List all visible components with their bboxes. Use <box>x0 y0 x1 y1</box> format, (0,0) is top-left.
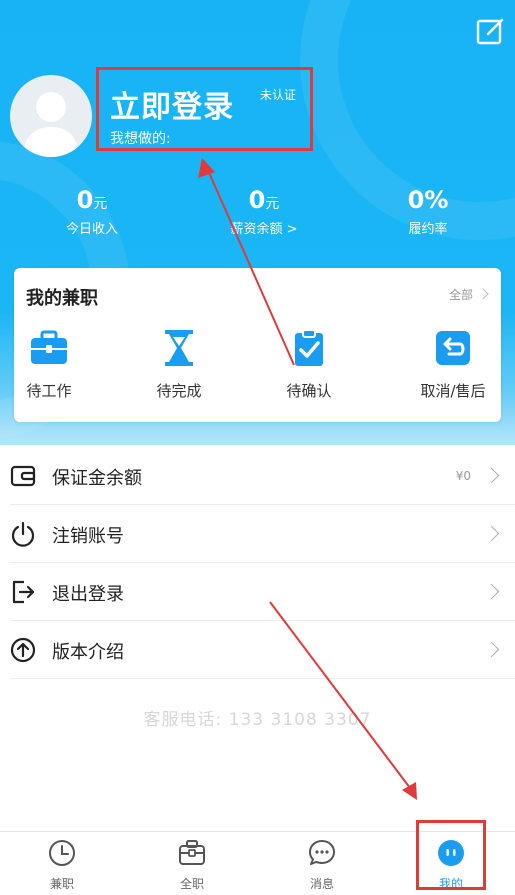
stat-label: 履约率 <box>408 222 448 237</box>
wallet-icon <box>10 465 36 487</box>
tab-fulltime[interactable]: 全职 <box>152 838 232 892</box>
briefcase-icon <box>179 840 205 865</box>
status-label: 待完成 <box>156 382 202 400</box>
menu-logout[interactable]: 退出登录 <box>10 563 515 621</box>
menu-label: 注销账号 <box>52 526 124 547</box>
edit-icon[interactable] <box>476 16 506 46</box>
status-label: 取消/售后 <box>420 382 486 400</box>
tab-label: 消息 <box>309 877 334 891</box>
card-title: 我的兼职 <box>26 288 98 309</box>
return-icon <box>436 331 470 365</box>
stat-fulfillment-rate[interactable]: 0% 履约率 <box>348 186 508 237</box>
stat-unit: 元 <box>93 196 108 212</box>
power-icon <box>11 521 35 547</box>
stat-salary-balance[interactable]: 0元 薪资余额 > <box>184 186 344 237</box>
login-highlight-box <box>96 67 313 151</box>
arrow-up-circle-icon <box>10 637 36 663</box>
status-cancel-aftersale[interactable]: 取消/售后 <box>403 328 503 401</box>
stat-today-income[interactable]: 0元 今日收入 <box>12 186 172 237</box>
user-avatar-icon <box>23 92 79 157</box>
stat-label: 薪资余额 > <box>230 222 298 237</box>
mine-tab-highlight-box <box>416 820 486 890</box>
hourglass-icon <box>165 330 193 366</box>
menu-label: 保证金余额 <box>52 468 142 489</box>
chevron-right-icon <box>483 641 500 658</box>
tab-messages[interactable]: 消息 <box>282 838 362 892</box>
menu-label: 退出登录 <box>52 584 124 605</box>
status-label: 待确认 <box>286 382 332 400</box>
view-all-label: 全部 <box>448 288 473 302</box>
stat-unit: 元 <box>265 196 280 212</box>
my-parttime-card: 我的兼职 全部 待工作 待完成 待确认 取消/售后 <box>14 268 501 422</box>
chat-icon <box>309 840 335 865</box>
menu-version-info[interactable]: 版本介绍 <box>10 621 515 679</box>
tab-parttime[interactable]: 兼职 <box>22 838 102 892</box>
stat-value: 0% <box>407 186 449 214</box>
annotation-arrowhead <box>402 782 417 800</box>
logout-icon <box>12 580 35 604</box>
chevron-right-icon <box>477 288 489 300</box>
chevron-right-icon <box>483 525 500 542</box>
status-pending-work[interactable]: 待工作 <box>0 328 99 401</box>
chevron-right-icon <box>483 467 500 484</box>
menu-label: 版本介绍 <box>52 642 124 663</box>
stat-value: 0 <box>248 186 266 214</box>
status-pending-confirm[interactable]: 待确认 <box>259 328 359 401</box>
customer-service-phone[interactable]: 客服电话: 133 3108 3307 <box>0 705 515 730</box>
chevron-right-icon <box>483 583 500 600</box>
stat-value: 0 <box>76 186 94 214</box>
status-pending-complete[interactable]: 待完成 <box>129 328 229 401</box>
clock-icon <box>49 840 75 866</box>
deposit-value: ¥0 <box>455 469 471 483</box>
menu-deposit-balance[interactable]: 保证金余额 ¥0 <box>10 447 515 505</box>
profile-screen: 立即登录 未认证 我想做的: 0元 今日收入 0元 薪资余额 > 0% 履约率 … <box>0 0 515 895</box>
briefcase-icon <box>31 330 67 364</box>
menu-cancel-account[interactable]: 注销账号 <box>10 505 515 563</box>
view-all-link[interactable]: 全部 <box>448 286 489 303</box>
settings-menu: 保证金余额 ¥0 注销账号 退出登录 版本介绍 <box>0 447 515 679</box>
tab-label: 全职 <box>179 877 204 891</box>
avatar[interactable] <box>10 75 92 157</box>
clipboard-check-icon <box>295 329 323 366</box>
stat-label: 今日收入 <box>65 222 118 237</box>
status-label: 待工作 <box>26 382 72 400</box>
tab-label: 兼职 <box>49 877 74 891</box>
